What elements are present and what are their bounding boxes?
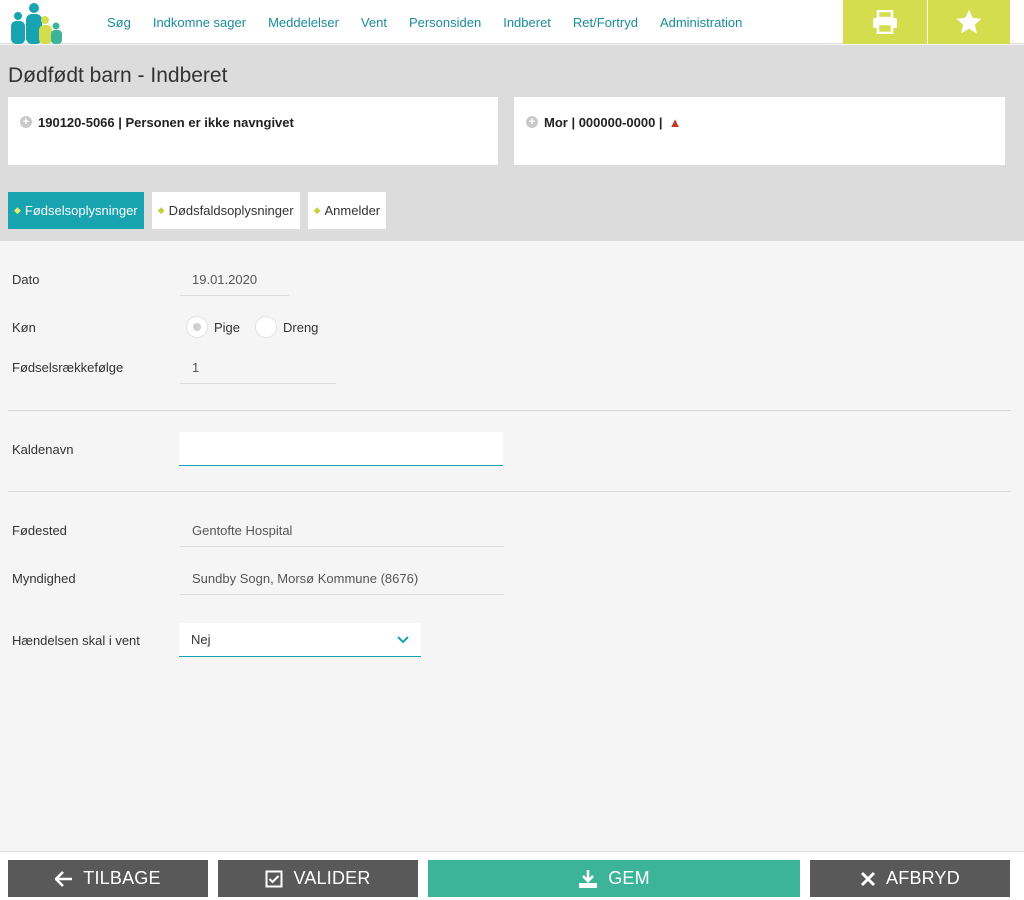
birth-info-form: Dato 19.01.2020 Køn Pige Dreng Fødselsræ…: [0, 241, 1024, 851]
tab-fodselsoplysninger[interactable]: ◆ Fødselsoplysninger: [8, 192, 144, 229]
tab-bar: ◆ Fødselsoplysninger ◆ Dødsfaldsoplysnin…: [8, 192, 387, 229]
action-bar: TILBAGE VALIDER GEM AFBRYD: [0, 851, 1024, 900]
favorite-button[interactable]: [928, 0, 1010, 44]
radio-circle: [186, 316, 208, 338]
save-button[interactable]: GEM: [428, 860, 800, 897]
logo-icon[interactable]: [8, 2, 64, 44]
dato-label: Dato: [12, 272, 40, 287]
divider: [8, 491, 1011, 492]
raekkefolge-label: Fødselsrækkefølge: [12, 360, 124, 375]
myndighed-value: Sundby Sogn, Morsø Kommune (8676): [180, 571, 504, 595]
nav-item-personsiden[interactable]: Personsiden: [409, 15, 481, 30]
diamond-icon: ◆: [313, 205, 321, 215]
vent-selected-value: Nej: [191, 632, 211, 647]
download-icon: [579, 869, 598, 888]
page-header: Dødfødt barn - Indberet + 190120-5066 | …: [0, 45, 1024, 241]
expand-icon[interactable]: +: [526, 116, 538, 128]
mother-card: + Mor | 000000-0000 | ▲: [514, 97, 1005, 165]
nav-item-meddelelser[interactable]: Meddelelser: [268, 15, 339, 30]
person-card: + 190120-5066 | Personen er ikke navngiv…: [8, 97, 498, 165]
radio-dreng[interactable]: Dreng: [255, 316, 318, 338]
fodested-value: Gentofte Hospital: [180, 523, 504, 547]
tab-label: Anmelder: [324, 203, 381, 218]
print-button[interactable]: [843, 0, 927, 44]
radio-circle: [255, 316, 277, 338]
tab-anmelder[interactable]: ◆ Anmelder: [307, 192, 387, 229]
raekkefolge-value: 1: [180, 360, 336, 384]
save-label: GEM: [608, 868, 650, 888]
nav-item-vent[interactable]: Vent: [361, 15, 387, 30]
radio-label: Dreng: [283, 319, 319, 335]
tab-label: Dødsfaldsoplysninger: [168, 203, 294, 218]
nav-item-sog[interactable]: Søg: [107, 15, 131, 30]
chevron-down-icon: [397, 635, 409, 643]
dato-value: 19.01.2020: [180, 272, 289, 296]
tab-dodsfaldsoplysninger[interactable]: ◆ Dødsfaldsoplysninger: [151, 192, 300, 229]
checkbox-icon: [265, 870, 283, 887]
kaldenavn-label: Kaldenavn: [12, 442, 74, 457]
star-icon: [956, 9, 982, 34]
radio-pige[interactable]: Pige: [186, 316, 240, 338]
person-card-text: 190120-5066 | Personen er ikke navngivet: [38, 115, 294, 130]
nav-item-administration[interactable]: Administration: [660, 15, 742, 30]
close-icon: [860, 871, 876, 886]
diamond-icon: ◆: [14, 205, 21, 215]
nav-item-indberet[interactable]: Indberet: [503, 15, 551, 30]
kon-label: Køn: [12, 320, 36, 335]
expand-icon[interactable]: +: [20, 116, 32, 128]
myndighed-label: Myndighed: [12, 571, 76, 586]
tab-label: Fødselsoplysninger: [24, 203, 138, 218]
arrow-left-icon: [55, 870, 73, 887]
diamond-icon: ◆: [157, 205, 165, 215]
divider: [8, 410, 1011, 411]
back-button[interactable]: TILBAGE: [8, 860, 208, 897]
fodested-label: Fødested: [12, 523, 67, 538]
printer-icon: [873, 10, 897, 34]
main-menu: Søg Indkomne sager Meddelelser Vent Pers…: [96, 0, 753, 44]
validate-button[interactable]: VALIDER: [218, 860, 418, 897]
page-title: Dødfødt barn - Indberet: [8, 64, 228, 87]
vent-select[interactable]: Nej: [179, 623, 421, 657]
radio-label: Pige: [214, 319, 241, 335]
vent-label: Hændelsen skal i vent: [12, 633, 140, 648]
mother-card-text: Mor | 000000-0000 |: [544, 115, 663, 130]
nav-item-ret-fortryd[interactable]: Ret/Fortryd: [573, 15, 638, 30]
kaldenavn-input[interactable]: [179, 432, 503, 466]
nav-item-indkomne-sager[interactable]: Indkomne sager: [153, 15, 246, 30]
top-navigation: Søg Indkomne sager Meddelelser Vent Pers…: [0, 0, 1024, 44]
back-label: TILBAGE: [83, 868, 161, 888]
abort-label: AFBRYD: [886, 868, 960, 888]
warning-icon: ▲: [668, 115, 682, 130]
validate-label: VALIDER: [293, 868, 371, 888]
abort-button[interactable]: AFBRYD: [810, 860, 1010, 897]
